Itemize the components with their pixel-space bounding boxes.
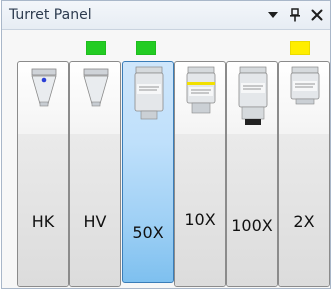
close-icon[interactable] (308, 6, 326, 24)
status-indicator-hv (86, 41, 106, 55)
slot-lower (70, 134, 120, 286)
slot-label-2x: 2X (293, 212, 315, 231)
turret-slot-50x[interactable]: 50X (122, 61, 174, 283)
pin-icon[interactable] (286, 6, 304, 24)
objective-lens-icon (186, 66, 216, 114)
objective-cone-icon (83, 68, 109, 107)
turret-slot-10x[interactable]: 10X (174, 61, 226, 287)
slot-label-hk: HK (31, 212, 55, 231)
slot-lower (18, 134, 68, 286)
dropdown-icon[interactable] (264, 6, 282, 24)
turret-panel: Turret Panel HK HV 50X 10X 100X 2X (1, 0, 331, 289)
panel-titlebar: Turret Panel (2, 1, 330, 30)
turret-slot-hv[interactable]: HV (69, 61, 121, 287)
slot-label-100x: 100X (231, 216, 273, 235)
slot-label-hv: HV (83, 212, 107, 231)
slot-lower (279, 134, 329, 286)
status-indicator-50x (136, 41, 156, 55)
turret-slot-100x[interactable]: 100X (226, 61, 278, 287)
turret-slot-2x[interactable]: 2X (278, 61, 330, 287)
objective-lens-icon (290, 66, 320, 105)
title-controls (264, 6, 326, 24)
objective-cone-icon (31, 68, 57, 107)
objective-lens-icon (238, 66, 268, 125)
status-indicator-2x (290, 41, 310, 55)
slot-label-50x: 50X (132, 223, 164, 242)
slot-lower (227, 134, 277, 286)
panel-title: Turret Panel (9, 7, 92, 23)
objective-lens-icon (134, 66, 164, 120)
slot-label-10x: 10X (184, 210, 216, 229)
turret-slot-hk[interactable]: HK (17, 61, 69, 287)
